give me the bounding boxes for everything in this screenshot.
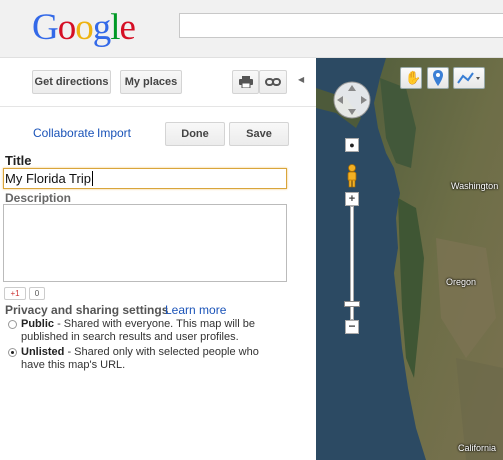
- privacy-heading-text: Privacy and sharing settings: [5, 303, 169, 317]
- hand-pan-icon: ✋: [405, 70, 422, 85]
- import-link[interactable]: Import: [97, 126, 131, 140]
- zoom-slider-handle[interactable]: [344, 301, 360, 307]
- unlisted-option-name: Unlisted: [21, 346, 65, 358]
- my-places-button[interactable]: My places: [120, 70, 182, 94]
- draw-line-icon: [457, 72, 480, 84]
- map-view[interactable]: ✋ ● + − Washington Oregon California: [316, 58, 503, 460]
- pegman-icon[interactable]: [345, 164, 359, 188]
- done-button[interactable]: Done: [165, 122, 225, 146]
- logo-letter-e: e: [119, 7, 136, 48]
- placemark-icon: [433, 70, 443, 86]
- learn-more-link[interactable]: Learn more: [165, 303, 226, 317]
- collapse-arrow-icon[interactable]: ◀: [298, 75, 304, 84]
- printer-icon: [239, 76, 253, 88]
- description-label: Description: [5, 191, 72, 205]
- map-label-oregon: Oregon: [446, 277, 477, 287]
- unlisted-option-text: Unlisted - Shared only with selected peo…: [21, 346, 259, 372]
- public-option-text: Public - Shared with everyone. This map …: [21, 318, 255, 344]
- hand-pan-button[interactable]: ✋: [400, 67, 422, 89]
- plusone-count: 0: [29, 287, 45, 300]
- collaborate-link[interactable]: Collaborate: [33, 126, 94, 140]
- logo-letter-l: l: [110, 7, 120, 48]
- link-button[interactable]: [259, 70, 287, 94]
- draw-line-button[interactable]: [453, 67, 485, 89]
- title-input[interactable]: My Florida Trip: [3, 168, 287, 189]
- zoom-out-button[interactable]: −: [345, 320, 359, 334]
- print-button[interactable]: [232, 70, 259, 94]
- plusone-button[interactable]: +1: [4, 287, 26, 300]
- link-icon: [265, 78, 281, 86]
- logo-letter-g1: G: [32, 7, 59, 48]
- description-field[interactable]: [3, 204, 287, 282]
- unlisted-option-desc2: have this map's URL.: [21, 359, 126, 371]
- map-label-washington: Washington: [451, 181, 499, 191]
- placemark-button[interactable]: [427, 67, 449, 89]
- public-radio[interactable]: [8, 320, 17, 329]
- get-directions-button[interactable]: Get directions: [32, 70, 111, 94]
- public-option-name: Public: [21, 318, 55, 330]
- logo-letter-o2: o: [75, 7, 93, 48]
- unlisted-option-desc1: - Shared only with selected people who: [64, 346, 259, 358]
- search-input[interactable]: [179, 13, 503, 38]
- save-button[interactable]: Save: [229, 122, 289, 146]
- pan-control[interactable]: [332, 80, 372, 120]
- title-label: Title: [5, 153, 32, 168]
- zoom-in-button[interactable]: +: [345, 192, 359, 206]
- map-label-california: California: [458, 443, 497, 453]
- toolbar: Get directions My places ◀: [0, 58, 316, 107]
- text-cursor: [91, 171, 93, 186]
- logo-letter-g2: g: [92, 7, 111, 48]
- public-option-desc2: published in search results and user pro…: [21, 331, 239, 343]
- header-bar: Google: [0, 0, 503, 58]
- privacy-heading: Privacy and sharing settings: [5, 303, 168, 317]
- google-logo[interactable]: Google: [32, 6, 136, 50]
- left-panel: Get directions My places ◀ Collaborate I…: [0, 58, 316, 460]
- zoom-reset-icon[interactable]: ●: [345, 138, 359, 152]
- unlisted-radio[interactable]: [8, 348, 17, 357]
- title-value: My Florida Trip: [5, 171, 91, 186]
- public-option-desc1: - Shared with everyone. This map will be: [54, 318, 255, 330]
- plusone-label: +1: [10, 289, 20, 298]
- logo-letter-o1: o: [57, 7, 76, 48]
